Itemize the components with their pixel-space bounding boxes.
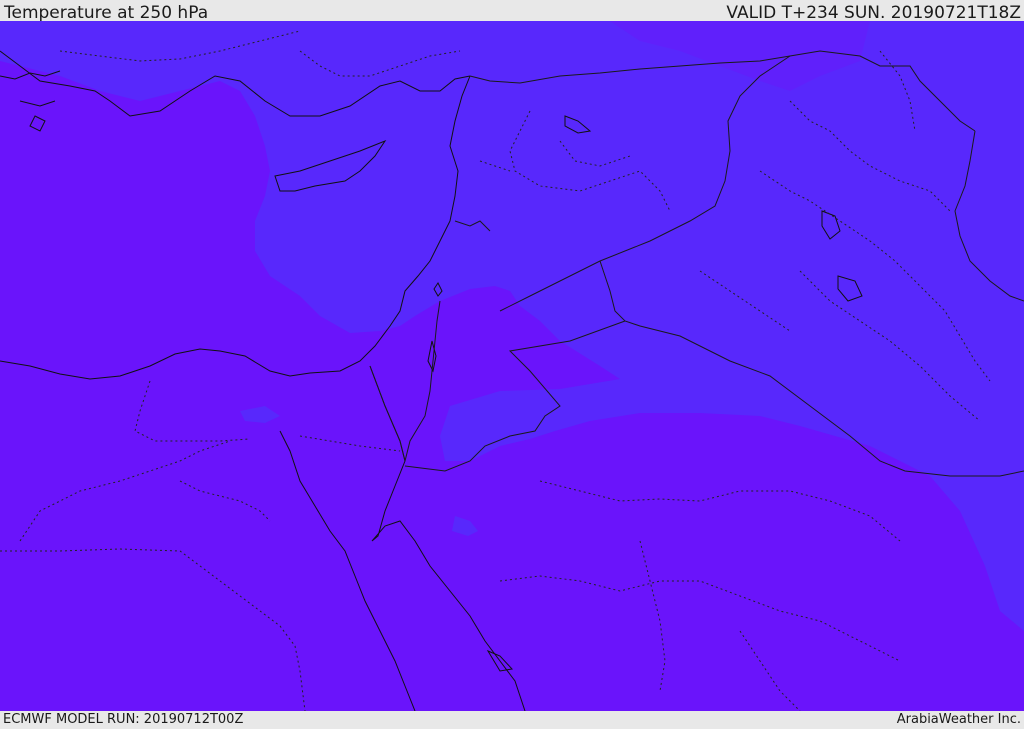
header-bar: Temperature at 250 hPa VALID T+234 SUN. … [0, 0, 1024, 23]
map-canvas [0, 21, 1024, 711]
valid-time: VALID T+234 SUN. 20190721T18Z [726, 3, 1021, 23]
credit-label: ArabiaWeather Inc. [896, 712, 1021, 727]
footer-bar: ECMWF MODEL RUN: 20190712T00Z ArabiaWeat… [0, 711, 1024, 729]
weather-map [0, 21, 1024, 711]
map-title: Temperature at 250 hPa [4, 3, 209, 23]
model-run-label: ECMWF MODEL RUN: 20190712T00Z [3, 712, 244, 727]
